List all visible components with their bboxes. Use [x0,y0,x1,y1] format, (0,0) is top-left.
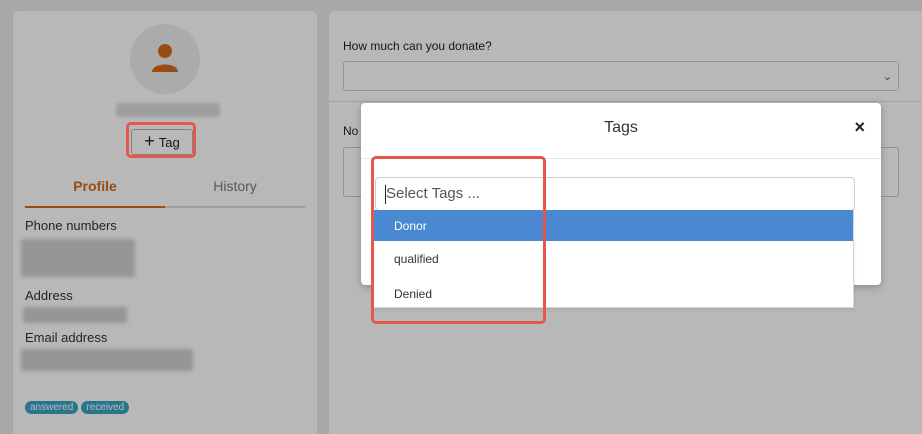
tag-button-annotation [126,122,196,158]
tag-option-qualified[interactable]: qualified [374,241,853,277]
select-tags-input[interactable]: Select Tags ... [375,177,855,211]
tags-dropdown-list: Donor qualified Denied [373,210,854,308]
modal-header-divider [361,158,881,159]
close-icon[interactable]: × [854,117,865,138]
modal-title: Tags [604,119,638,136]
tag-option-denied[interactable]: Denied [374,277,853,310]
tag-option-donor[interactable]: Donor [374,210,853,241]
select-tags-placeholder: Select Tags ... [386,185,480,202]
